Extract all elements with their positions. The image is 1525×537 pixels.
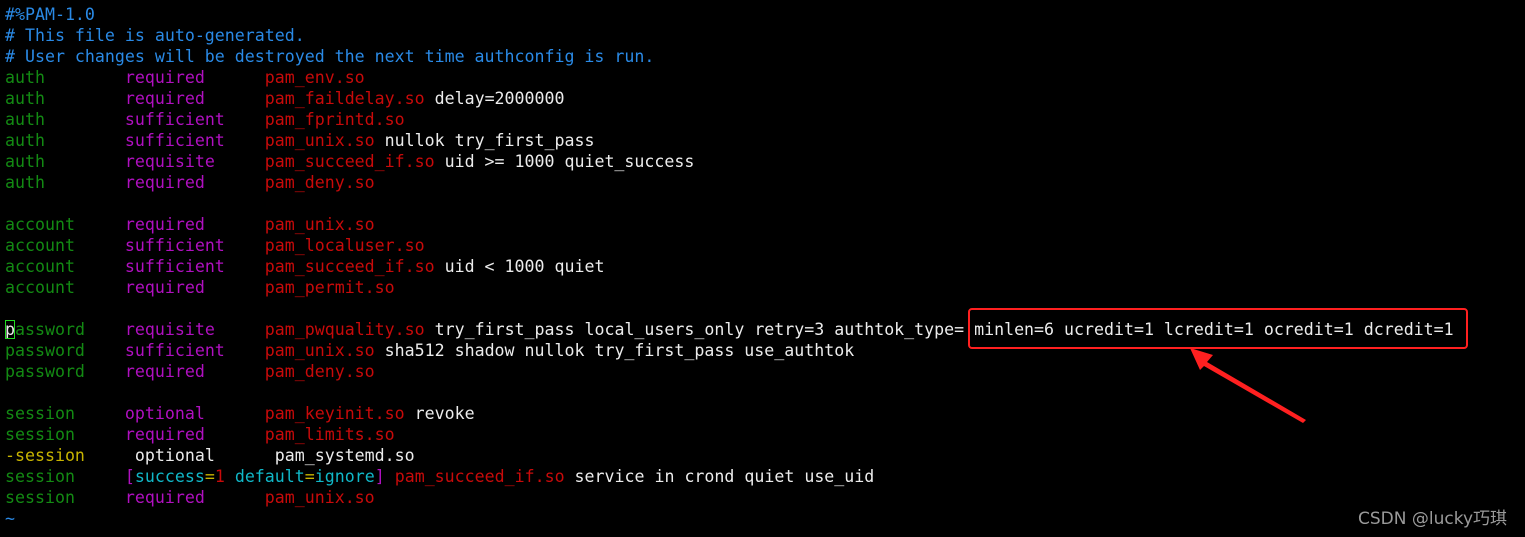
annotation-arrow xyxy=(1190,348,1306,423)
watermark: CSDN @lucky巧琪 xyxy=(1357,509,1507,529)
arrow-shape xyxy=(1190,348,1306,423)
